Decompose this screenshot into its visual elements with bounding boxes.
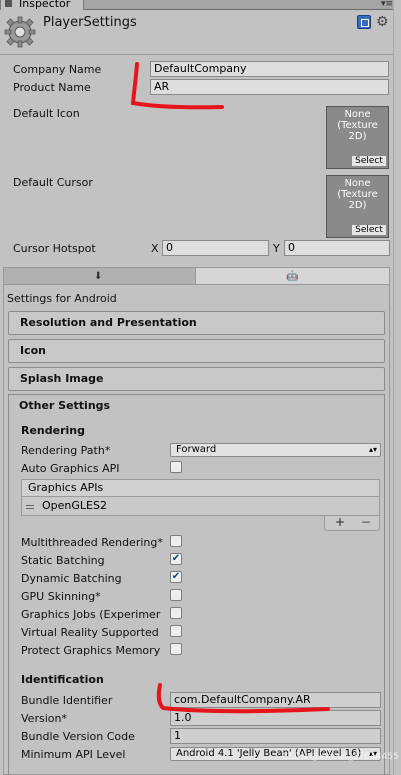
- bundle-version-code-field[interactable]: 1: [170, 728, 381, 744]
- inspector-icon: [5, 0, 12, 7]
- bundle-identifier-label: Bundle Identifier: [21, 694, 113, 707]
- tab-strip: Inspector ▾≡: [0, 0, 401, 10]
- graphics-api-item[interactable]: OpenGLES2: [42, 499, 107, 512]
- vr-supported-checkbox[interactable]: [170, 625, 182, 637]
- auto-graphics-api-label: Auto Graphics API: [21, 462, 120, 475]
- auto-graphics-api-checkbox[interactable]: [170, 461, 182, 473]
- static-batching-checkbox[interactable]: ✔: [170, 553, 182, 565]
- hotspot-y-field[interactable]: 0: [284, 240, 390, 256]
- bundle-identifier-field[interactable]: com.DefaultCompany.AR: [170, 692, 381, 708]
- default-icon-slot-text: None (Texture 2D): [337, 109, 378, 142]
- list-add-button[interactable]: +: [335, 516, 345, 529]
- graphics-apis-list-footer: + −: [324, 516, 380, 531]
- gpu-skinning-label: GPU Skinning*: [21, 590, 101, 603]
- dynamic-batching-checkbox[interactable]: ✔: [170, 571, 182, 583]
- foldout-splash[interactable]: Splash Image: [8, 367, 385, 391]
- rendering-path-value: Forward: [176, 444, 217, 455]
- product-name-label: Product Name: [13, 81, 91, 94]
- default-icon-slot[interactable]: None (Texture 2D) Select: [326, 106, 389, 169]
- tab-inspector[interactable]: Inspector: [0, 0, 84, 10]
- list-remove-button[interactable]: −: [361, 516, 371, 529]
- dynamic-batching-label: Dynamic Batching: [21, 572, 122, 585]
- company-name-field[interactable]: DefaultCompany: [150, 61, 389, 77]
- tab-inspector-label: Inspector: [19, 0, 71, 10]
- settings-gear-icon[interactable]: ⚙: [376, 14, 389, 30]
- drag-handle-icon[interactable]: [26, 505, 34, 509]
- graphics-jobs-checkbox[interactable]: [170, 607, 182, 619]
- tab-menu-icon[interactable]: ▾≡: [381, 0, 393, 9]
- multithreaded-rendering-label: Multithreaded Rendering*: [21, 536, 163, 549]
- product-name-field[interactable]: AR: [150, 79, 389, 95]
- default-icon-label: Default Icon: [13, 107, 80, 120]
- identification-heading: Identification: [21, 673, 104, 686]
- default-cursor-slot[interactable]: None (Texture 2D) Select: [326, 175, 389, 238]
- android-icon: 🤖: [286, 271, 299, 282]
- rendering-heading: Rendering: [21, 424, 85, 437]
- vr-supported-label: Virtual Reality Supported: [21, 626, 159, 639]
- foldout-resolution[interactable]: Resolution and Presentation: [8, 311, 385, 335]
- bundle-version-code-label: Bundle Version Code: [21, 730, 135, 743]
- foldout-icon[interactable]: Icon: [8, 339, 385, 363]
- graphics-apis-list: OpenGLES2: [21, 497, 380, 516]
- player-settings-gear-icon: [4, 16, 36, 48]
- page-title: PlayerSettings: [43, 15, 137, 30]
- version-field[interactable]: 1.0: [170, 710, 381, 726]
- protect-graphics-memory-label: Protect Graphics Memory: [21, 644, 161, 657]
- default-cursor-select-button[interactable]: Select: [351, 224, 387, 236]
- cursor-hotspot-label: Cursor Hotspot: [13, 242, 96, 255]
- hotspot-y-label: Y: [273, 242, 280, 255]
- rendering-path-label: Rendering Path*: [21, 444, 111, 457]
- help-book-icon[interactable]: [357, 15, 371, 29]
- hotspot-x-field[interactable]: 0: [162, 240, 269, 256]
- default-cursor-slot-text: None (Texture 2D): [337, 178, 378, 211]
- tab-android[interactable]: 🤖: [196, 268, 389, 285]
- foldout-other-settings[interactable]: Other Settings: [8, 395, 385, 419]
- rendering-path-dropdown[interactable]: Forward ▴▾: [170, 443, 381, 457]
- default-cursor-label: Default Cursor: [13, 176, 93, 189]
- dropdown-arrow-icon: ▴▾: [368, 445, 377, 454]
- settings-for-label: Settings for Android: [7, 292, 117, 305]
- hotspot-x-label: X: [151, 242, 159, 255]
- graphics-jobs-label: Graphics Jobs (Experimer: [21, 608, 161, 621]
- watermark: CSDN @weixin_37044455: [282, 752, 399, 762]
- static-batching-label: Static Batching: [21, 554, 105, 567]
- default-icon-select-button[interactable]: Select: [351, 155, 387, 167]
- tab-standalone[interactable]: ⬇: [4, 268, 196, 285]
- gpu-skinning-checkbox[interactable]: [170, 589, 182, 601]
- header-divider: [0, 54, 401, 55]
- download-icon: ⬇: [94, 271, 103, 282]
- multithreaded-rendering-checkbox[interactable]: [170, 535, 182, 547]
- inspector-scrollbar[interactable]: [393, 0, 401, 775]
- inspector-header: PlayerSettings ⚙: [0, 10, 401, 54]
- protect-graphics-memory-checkbox[interactable]: [170, 643, 182, 655]
- minimum-api-level-label: Minimum API Level: [21, 748, 126, 761]
- version-label: Version*: [21, 712, 67, 725]
- graphics-apis-list-header: Graphics APIs: [21, 479, 380, 497]
- company-name-label: Company Name: [13, 63, 102, 76]
